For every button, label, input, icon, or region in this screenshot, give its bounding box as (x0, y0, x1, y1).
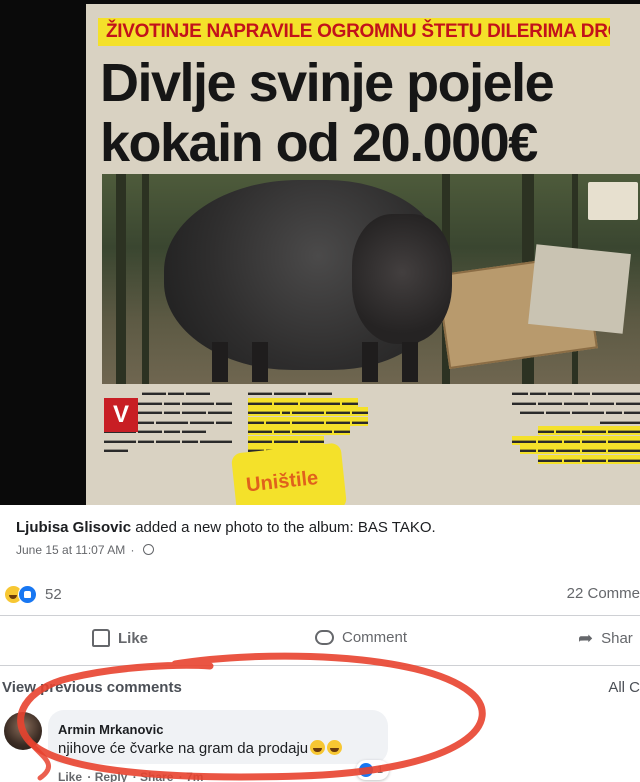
article-dropcap: V (104, 398, 138, 432)
post-date[interactable]: June 15 at 11:07 AM (16, 543, 125, 557)
newspaper-headline-line2: kokain od 20.000€ (100, 113, 538, 173)
comments-count[interactable]: 22 Comme (567, 585, 640, 602)
post-photo[interactable]: ŽIVOTINJE NAPRAVILE OGROMNU ŠTETU DILERI… (0, 0, 640, 505)
like-reaction-icon (18, 584, 37, 604)
article-sticker-text: Uništile (245, 467, 320, 497)
comment-reactions-badge[interactable]: 1 (356, 760, 390, 780)
post-author[interactable]: Ljubisa Glisovic (16, 519, 131, 536)
globe-icon (142, 544, 154, 555)
post-reactions[interactable]: 52 (4, 583, 62, 605)
comment-author[interactable]: Armin Mrkanovic (58, 722, 163, 737)
share-arrow-icon: ➦ (578, 628, 594, 648)
like-reaction-icon (359, 763, 373, 777)
comment-text: njihove će čvarke na gram da prodaju (58, 740, 343, 757)
post-album[interactable]: BAS TAKO. (358, 519, 436, 536)
post-header: Ljubisa Glisovic added a new photo to th… (16, 519, 436, 536)
laughing-emoji-icon (310, 740, 326, 755)
thumbs-up-icon (92, 629, 110, 647)
share-button[interactable]: ➦ Shar (578, 629, 633, 647)
article-column-3: ▬▬ ▬▬ ▬▬▬ ▬▬ ▬▬▬▬▬▬ ▬▬▬ ▬▬▬ ▬▬▬ ▬▬▬ ▬▬▬ ▬▬… (512, 388, 640, 464)
speech-bubble-icon (315, 630, 334, 645)
cocaine-package-2 (528, 244, 631, 334)
commenter-avatar[interactable] (4, 712, 42, 750)
view-previous-comments-link[interactable]: View previous comments (2, 679, 182, 696)
comment-reply-link[interactable]: Reply (95, 770, 128, 782)
facebook-post: Ljubisa Glisovic added a new photo to th… (0, 505, 640, 782)
newspaper-clipping: ŽIVOTINJE NAPRAVILE OGROMNU ŠTETU DILERI… (86, 4, 640, 505)
like-button-label: Like (118, 629, 149, 647)
post-action-text: added a new photo to the album: (135, 519, 354, 536)
comment-time[interactable]: 7m (186, 770, 203, 782)
comment-like-link[interactable]: Like (58, 770, 82, 782)
comment-button-label: Comment (342, 629, 408, 646)
comment-share-link[interactable]: Share (140, 770, 173, 782)
share-button-label: Shar (601, 629, 633, 647)
comment-actions: Like · Reply · Share · 7m (58, 770, 204, 782)
comment-filter-dropdown[interactable]: All C (608, 679, 640, 696)
article-columns: ▬▬▬ ▬▬ ▬▬▬ ▬▬▬▬ ▬▬▬ ▬▬ ▬▬▬▬ ▬▬ ▬▬▬ ▬▬▬▬ … (100, 388, 640, 505)
newspaper-kicker: ŽIVOTINJE NAPRAVILE OGROMNU ŠTETU DILERI… (98, 18, 610, 46)
like-button[interactable]: Like (92, 629, 148, 647)
photo-caption-box (588, 182, 638, 220)
newspaper-headline-line1: Divlje svinje pojele (100, 53, 555, 113)
reactions-count: 52 (45, 585, 62, 603)
laughing-emoji-icon-2 (327, 740, 343, 755)
boar-photo (102, 174, 640, 384)
comment-likes-count: 1 (377, 764, 384, 776)
post-meta: June 15 at 11:07 AM · (16, 543, 154, 557)
comment-button[interactable]: Comment (315, 629, 407, 646)
comment-text-content: njihove će čvarke na gram da prodaju (58, 740, 309, 757)
article-sticker: Uništile (230, 442, 348, 505)
boar-head (352, 214, 452, 344)
divider (0, 665, 640, 666)
divider (0, 615, 640, 616)
